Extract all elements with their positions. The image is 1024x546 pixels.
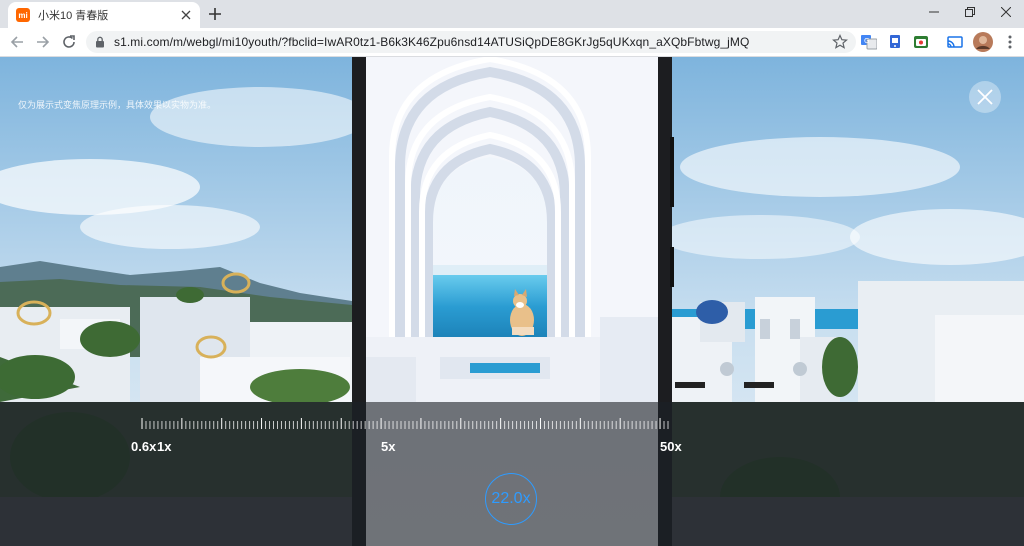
close-icon xyxy=(1001,7,1011,17)
zoom-value-indicator[interactable]: 22.0x xyxy=(485,473,537,525)
star-icon[interactable] xyxy=(832,34,848,50)
reload-icon xyxy=(63,35,75,48)
tab-strip: mi 小米10 青春版 xyxy=(0,0,1024,28)
mi-logo-icon: mi xyxy=(16,8,30,22)
translate-icon[interactable]: G xyxy=(861,34,877,50)
zoom-label-1x[interactable]: 1x xyxy=(157,439,171,454)
lock-icon xyxy=(96,36,104,48)
zoom-label-5x[interactable]: 5x xyxy=(381,439,395,454)
browser-tab[interactable]: mi 小米10 青春版 xyxy=(8,2,200,28)
svg-text:G: G xyxy=(864,37,869,45)
restore-icon xyxy=(965,7,975,17)
kebab-menu-icon[interactable] xyxy=(1002,34,1018,50)
minimize-button[interactable] xyxy=(915,0,953,24)
forward-button[interactable] xyxy=(33,32,53,52)
webgl-viewport[interactable]: 仅为展示式变焦原理示例，具体效果以实物为准。 0.6x 1x 5x 50x 22… xyxy=(0,57,1024,546)
zoom-label-50x[interactable]: 50x xyxy=(660,439,682,454)
cast-icon[interactable] xyxy=(947,34,963,50)
minimize-icon xyxy=(929,11,939,13)
extension-icon[interactable] xyxy=(913,34,929,50)
tab-title: 小米10 青春版 xyxy=(38,10,109,22)
reload-button[interactable] xyxy=(59,32,79,52)
address-bar[interactable]: s1.mi.com/m/webgl/mi10youth/?fbclid=IwAR… xyxy=(86,31,856,53)
close-tab-icon[interactable] xyxy=(178,7,194,23)
arrow-right-icon xyxy=(37,36,50,48)
close-window-button[interactable] xyxy=(987,0,1024,24)
new-tab-button[interactable] xyxy=(206,5,224,23)
extension-icon[interactable] xyxy=(887,34,903,50)
zoom-label-0-6x[interactable]: 0.6x xyxy=(131,439,156,454)
browser-toolbar: s1.mi.com/m/webgl/mi10youth/?fbclid=IwAR… xyxy=(0,28,1024,57)
arrow-left-icon xyxy=(10,36,23,48)
plus-icon xyxy=(209,8,221,20)
avatar[interactable] xyxy=(973,32,993,52)
url-text[interactable]: s1.mi.com/m/webgl/mi10youth/?fbclid=IwAR… xyxy=(114,35,749,49)
back-button[interactable] xyxy=(7,32,27,52)
restore-button[interactable] xyxy=(951,0,989,24)
